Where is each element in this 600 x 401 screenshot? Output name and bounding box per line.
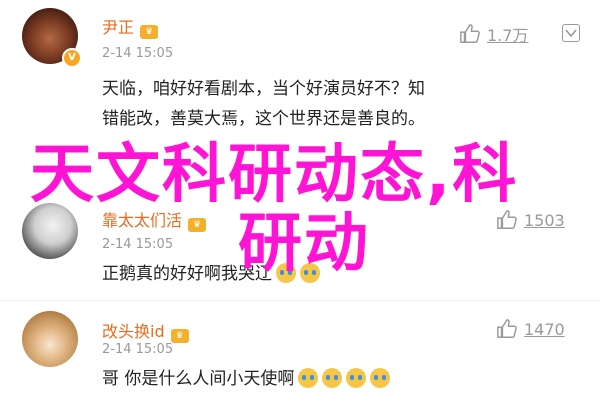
username-text: 改头换id bbox=[102, 322, 165, 341]
thumbs-up-icon bbox=[460, 24, 480, 43]
comment-text: 天临，咱好好看剧本，当个好演员好不？知 错能改，善莫大焉，这个世界还是善良的。 bbox=[102, 74, 572, 134]
username[interactable]: 尹正 ♛ bbox=[102, 14, 159, 39]
comment-item: 改头换id ♛ 2-14 15:05 1470 哥 你是什么人间小天使啊 bbox=[0, 300, 600, 401]
timestamp: 2-14 15:05 bbox=[102, 342, 174, 357]
like-button[interactable]: 1470 bbox=[496, 318, 565, 340]
timestamp: 2-14 15:05 bbox=[102, 46, 174, 61]
comment-item: V 尹正 ♛ 2-14 15:05 1.7万 天临，咱好好看剧本，当个好演员好不？… bbox=[0, 0, 600, 142]
comment-text-line: 哥 你是什么人间小天使啊 bbox=[102, 369, 295, 389]
like-count: 1.7万 bbox=[487, 26, 529, 45]
vip-icon: ♛ bbox=[140, 25, 159, 39]
timestamp: 2-14 15:05 bbox=[102, 237, 174, 252]
username-text: 尹正 bbox=[102, 18, 135, 37]
vip-icon: ♛ bbox=[188, 218, 207, 232]
crying-emoji-icon bbox=[370, 368, 391, 388]
like-button[interactable]: 1.7万 bbox=[459, 22, 528, 46]
crying-emoji-icon bbox=[298, 368, 319, 388]
avatar[interactable] bbox=[22, 311, 78, 367]
more-options-button[interactable] bbox=[562, 24, 580, 42]
like-count: 1503 bbox=[524, 210, 565, 230]
comment-text-line: 天临，咱好好看剧本，当个好演员好不？知 bbox=[102, 79, 425, 99]
username-text: 靠太太们活 bbox=[102, 211, 183, 230]
like-button[interactable]: 1503 bbox=[496, 209, 565, 231]
watermark-overlay-text: 研动 bbox=[238, 207, 370, 281]
verified-badge-icon: V bbox=[62, 48, 82, 68]
thumbs-up-icon bbox=[497, 319, 517, 338]
comment-text-line: 错能改，善莫大焉，这个世界还是善良的。 bbox=[102, 109, 425, 129]
crying-emoji-icon bbox=[322, 368, 343, 388]
thumbs-up-icon bbox=[497, 210, 517, 229]
chevron-down-icon bbox=[565, 29, 577, 38]
vip-icon: ♛ bbox=[170, 329, 189, 343]
crying-emoji-icon bbox=[346, 368, 367, 388]
watermark-overlay-text: 天文科研动态,科 bbox=[30, 138, 519, 212]
comment-text: 哥 你是什么人间小天使啊 bbox=[102, 364, 391, 394]
username[interactable]: 改头换id ♛ bbox=[102, 318, 189, 343]
like-count: 1470 bbox=[524, 319, 565, 339]
